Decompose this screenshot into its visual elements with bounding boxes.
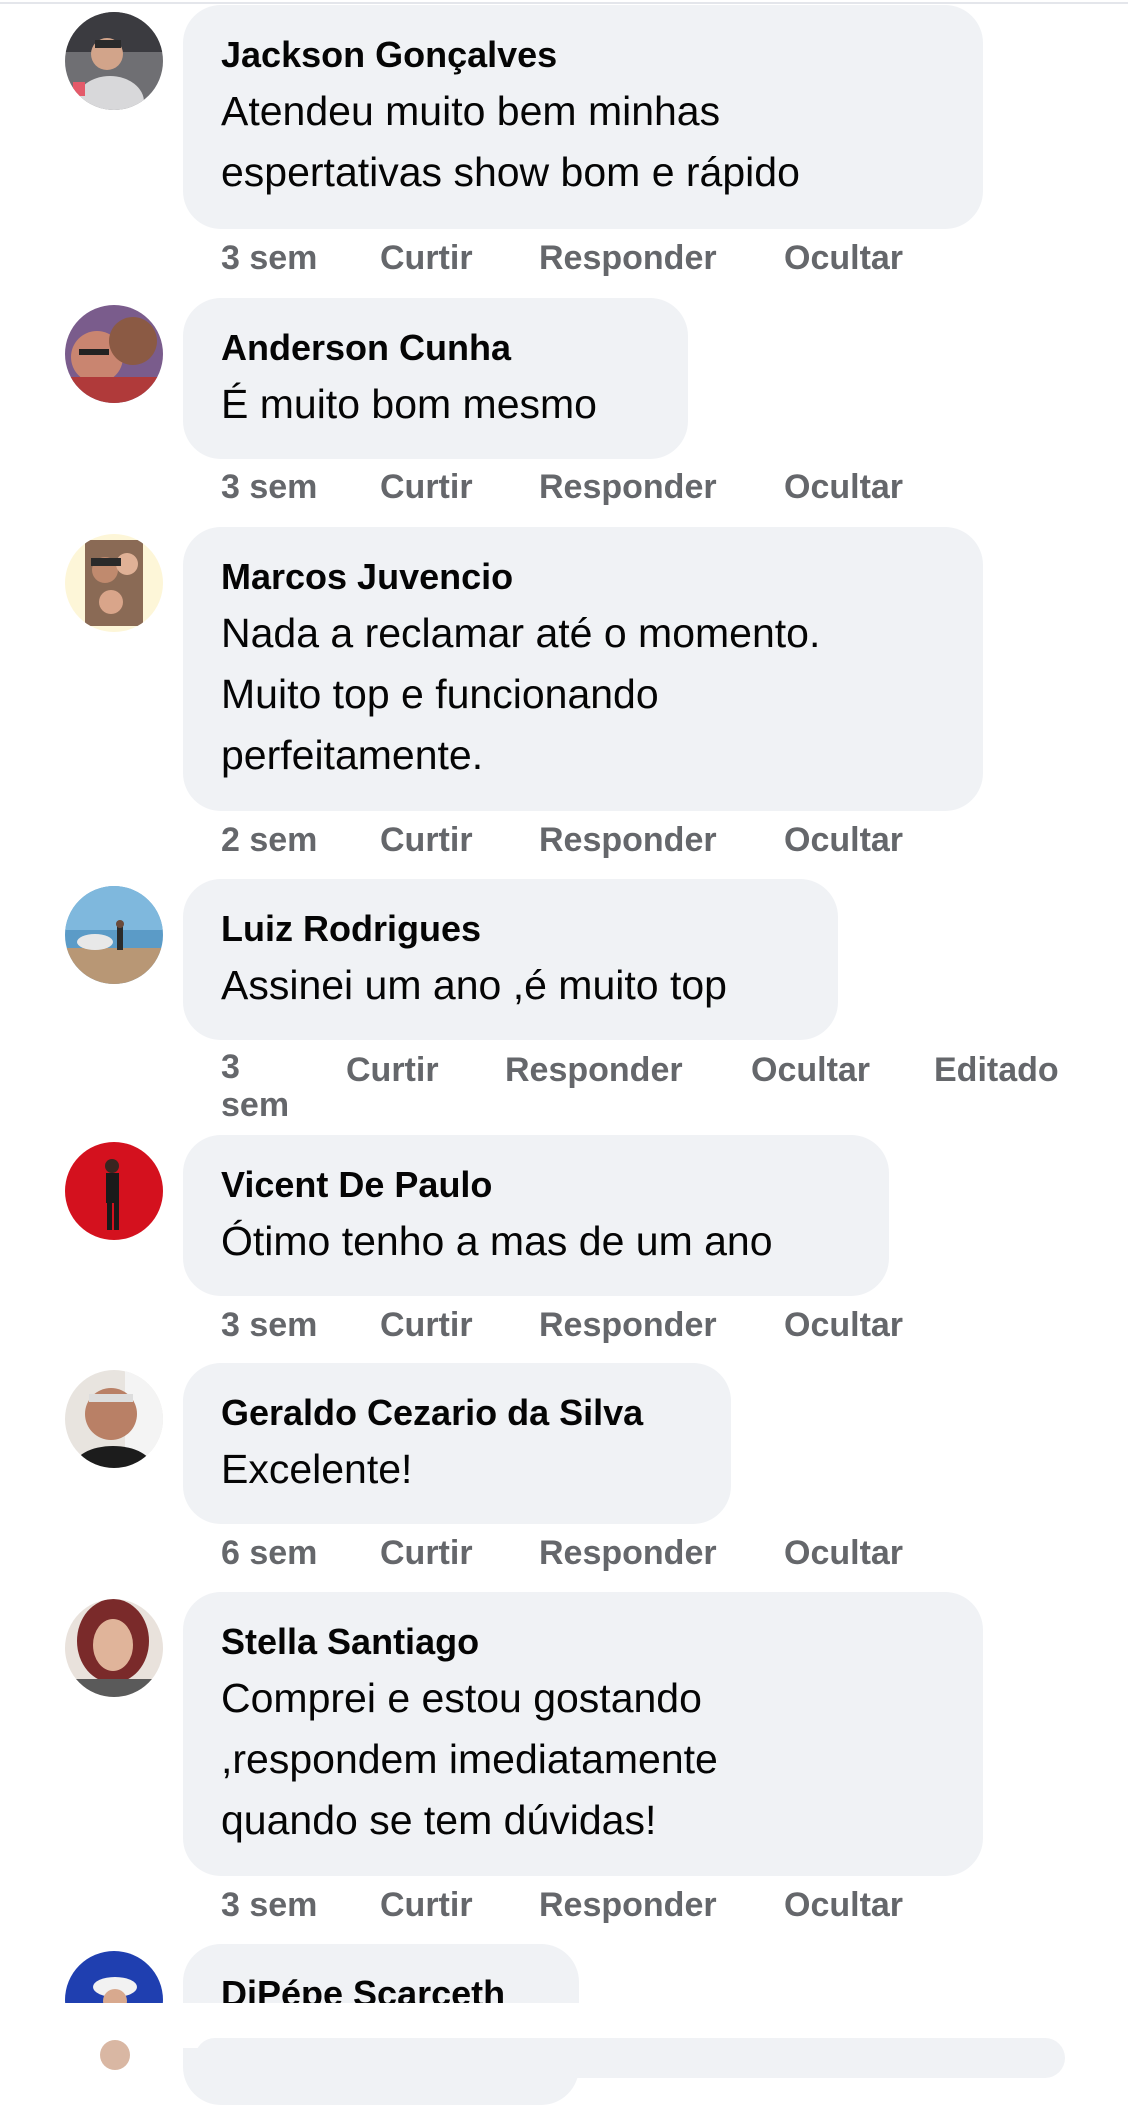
reply-button[interactable]: Responder (539, 236, 717, 280)
like-button[interactable]: Curtir (380, 1531, 473, 1575)
comment-author[interactable]: Jackson Gonçalves (221, 33, 945, 77)
comment-author[interactable]: Stella Santiago (221, 1620, 945, 1664)
comment-text: Atendeu muito bem minhas espertativas sh… (221, 81, 945, 203)
comment-line: Muito top e funcionando (221, 671, 659, 717)
comment-timestamp[interactable]: 6 sem (221, 1531, 317, 1575)
hide-button[interactable]: Ocultar (784, 236, 903, 280)
comment-author[interactable]: Marcos Juvencio (221, 555, 945, 599)
avatar[interactable] (65, 534, 163, 632)
avatar[interactable] (100, 2040, 130, 2070)
comment-timestamp[interactable]: 3 sem (221, 1048, 289, 1124)
like-button[interactable]: Curtir (346, 1048, 439, 1092)
top-divider (0, 2, 1128, 4)
avatar[interactable] (65, 886, 163, 984)
comment-author[interactable]: Vicent De Paulo (221, 1163, 851, 1207)
comment-bubble: Luiz Rodrigues Assinei um ano ,é muito t… (183, 879, 838, 1040)
hide-button[interactable]: Ocultar (784, 1883, 903, 1927)
comment-line: ,respondem imediatamente (221, 1736, 718, 1782)
hide-button[interactable]: Ocultar (751, 1048, 870, 1092)
comment-line: É muito bom mesmo (221, 381, 597, 427)
comment-line: Excelente! (221, 1446, 413, 1492)
reply-button[interactable]: Responder (539, 818, 717, 862)
comment-author[interactable]: Luiz Rodrigues (221, 907, 800, 951)
comment-line: Comprei e estou gostando (221, 1675, 702, 1721)
avatar-photo-icon (65, 1599, 163, 1697)
comment-timestamp[interactable]: 3 sem (221, 236, 317, 280)
hide-button[interactable]: Ocultar (784, 1303, 903, 1347)
avatar-photo-icon (65, 534, 163, 632)
avatar-photo-icon (65, 886, 163, 984)
like-button[interactable]: Curtir (380, 465, 473, 509)
avatar-photo-icon (65, 12, 163, 110)
hide-button[interactable]: Ocultar (784, 465, 903, 509)
comment-text: Ótimo tenho a mas de um ano (221, 1211, 851, 1272)
comment-line: Ótimo tenho a mas de um ano (221, 1218, 773, 1264)
reply-button[interactable]: Responder (505, 1048, 683, 1092)
comment-line: perfeitamente. (221, 732, 484, 778)
comment-line: Nada a reclamar até o momento. (221, 610, 821, 656)
avatar-photo-icon (65, 305, 163, 403)
comment-author[interactable]: Geraldo Cezario da Silva (221, 1391, 693, 1435)
comment-timestamp[interactable]: 3 sem (221, 1883, 317, 1927)
comment-text: É muito bom mesmo (221, 374, 650, 435)
comment-line: Assinei um ano ,é muito top (221, 962, 727, 1008)
like-button[interactable]: Curtir (380, 1303, 473, 1347)
comment-text: Excelente! (221, 1439, 693, 1500)
hide-button[interactable]: Ocultar (784, 818, 903, 862)
avatar-photo-icon (65, 1142, 163, 1240)
comment-bubble: Vicent De Paulo Ótimo tenho a mas de um … (183, 1135, 889, 1296)
avatar[interactable] (65, 1599, 163, 1697)
hide-button[interactable]: Ocultar (784, 1531, 903, 1575)
reply-button[interactable]: Responder (539, 465, 717, 509)
reply-button[interactable]: Responder (539, 1303, 717, 1347)
comment-timestamp[interactable]: 2 sem (221, 818, 317, 862)
comment-bubble: Stella Santiago Comprei e estou gostando… (183, 1592, 983, 1876)
avatar[interactable] (65, 1370, 163, 1468)
comment-bubble (195, 2038, 1065, 2078)
comment-text: Nada a reclamar até o momento. Muito top… (221, 603, 945, 786)
avatar[interactable] (65, 12, 163, 110)
comment-bubble: Geraldo Cezario da Silva Excelente! (183, 1363, 731, 1524)
comment-line: quando se tem dúvidas! (221, 1797, 657, 1843)
edited-label[interactable]: Editado (934, 1048, 1059, 1092)
reply-button[interactable]: Responder (539, 1883, 717, 1927)
comment-text: Assinei um ano ,é muito top (221, 955, 800, 1016)
comment-author[interactable]: Anderson Cunha (221, 326, 650, 370)
comment-timestamp[interactable]: 3 sem (221, 1303, 317, 1347)
avatar[interactable] (65, 305, 163, 403)
comment-line: espertativas show bom e rápido (221, 149, 800, 195)
reply-button[interactable]: Responder (539, 1531, 717, 1575)
comment-line: Atendeu muito bem minhas (221, 88, 721, 134)
comment-bubble: Jackson Gonçalves Atendeu muito bem minh… (183, 5, 983, 229)
avatar-photo-icon (65, 1370, 163, 1468)
like-button[interactable]: Curtir (380, 236, 473, 280)
comment-timestamp[interactable]: 3 sem (221, 465, 317, 509)
comment-text: Comprei e estou gostando ,respondem imed… (221, 1668, 945, 1851)
comment-bubble: Anderson Cunha É muito bom mesmo (183, 298, 688, 459)
like-button[interactable]: Curtir (380, 818, 473, 862)
comment-bubble: Marcos Juvencio Nada a reclamar até o mo… (183, 527, 983, 811)
like-button[interactable]: Curtir (380, 1883, 473, 1927)
avatar[interactable] (65, 1142, 163, 1240)
